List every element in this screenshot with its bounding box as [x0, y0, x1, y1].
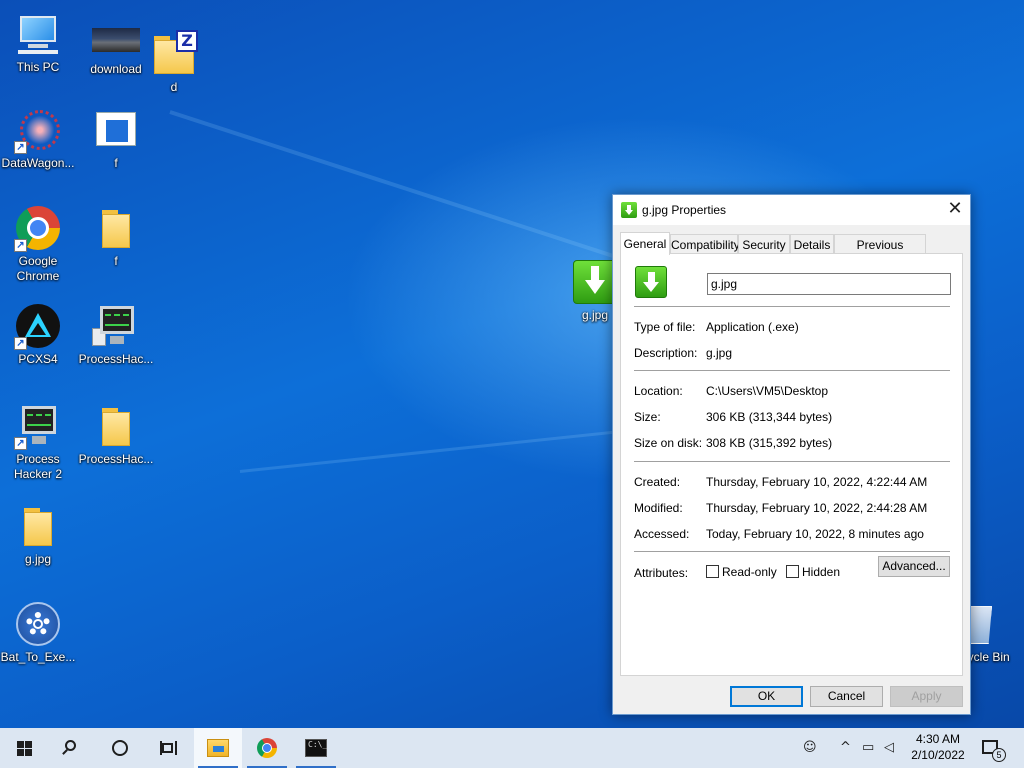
file-name-input[interactable] — [707, 273, 951, 295]
accessed-value: Today, February 10, 2022, 8 minutes ago — [706, 527, 924, 541]
wallpaper-light-beam — [239, 426, 658, 473]
size-value: 306 KB (313,344 bytes) — [706, 410, 833, 424]
description-label: Description: — [634, 346, 698, 360]
read-only-label: Read-only — [722, 565, 777, 579]
tab-compatibility[interactable]: Compatibility — [670, 234, 740, 254]
chrome-icon — [257, 738, 277, 758]
taskbar-clock[interactable]: 4:30 AM 2/10/2022 — [908, 731, 968, 763]
desktop-icon-f-window[interactable]: f — [78, 106, 154, 171]
desktop-icon-this-pc[interactable]: This PC — [0, 10, 76, 75]
taskbar-chrome[interactable] — [243, 728, 291, 768]
separator — [634, 306, 950, 307]
notification-center-icon[interactable]: 5 — [982, 740, 1006, 762]
size-on-disk-value: 308 KB (315,392 bytes) — [706, 436, 833, 450]
tab-details[interactable]: Details — [790, 234, 834, 254]
desktop-icon-processhacker-folder[interactable]: ProcessHac... — [78, 402, 154, 467]
desktop-icon-pcxs4[interactable]: ↗ PCXS4 — [0, 302, 76, 367]
zip-folder-icon: Z — [150, 30, 198, 78]
gear-icon — [14, 600, 62, 648]
tab-security[interactable]: Security — [738, 234, 790, 254]
people-icon[interactable]: ☺ — [803, 740, 817, 756]
task-view-button[interactable] — [144, 728, 192, 768]
description-value: g.jpg — [706, 346, 733, 360]
separator — [634, 370, 950, 371]
attributes-label: Attributes: — [634, 566, 689, 580]
apply-button[interactable]: Apply — [890, 686, 963, 707]
search-button[interactable] — [48, 728, 96, 768]
search-icon — [65, 740, 76, 751]
type-of-file-value: Application (.exe) — [706, 320, 799, 334]
folder-icon — [92, 204, 140, 252]
taskbar: C:\_ ☺ ^ ▭ ◁ 4:30 AM 2/10/2022 5 — [0, 728, 1024, 768]
advanced-button[interactable]: Advanced... — [878, 556, 950, 577]
chrome-icon: ↗ — [14, 204, 62, 252]
modified-label: Modified: — [634, 501, 683, 515]
notification-count-badge: 5 — [992, 748, 1006, 762]
windows-logo-icon — [17, 741, 32, 756]
clock-time: 4:30 AM — [915, 732, 961, 746]
read-only-checkbox[interactable]: Read-only — [706, 565, 777, 579]
location-label: Location: — [634, 384, 683, 398]
process-hacker-icon — [92, 302, 140, 350]
desktop-icon-datawagon[interactable]: ↗ DataWagon... — [0, 106, 76, 171]
network-icon[interactable]: ▭ — [862, 740, 874, 756]
created-value: Thursday, February 10, 2022, 4:22:44 AM — [706, 475, 928, 489]
desktop-icon-g-jpg-folder[interactable]: g.jpg — [0, 502, 76, 567]
size-on-disk-label: Size on disk: — [634, 436, 703, 450]
folder-icon — [92, 402, 140, 450]
properties-dialog: g.jpg Properties ✕ General Compatibility… — [612, 194, 971, 715]
separator — [634, 461, 950, 462]
taskbar-command-prompt[interactable]: C:\_ — [292, 728, 340, 768]
ok-button[interactable]: OK — [730, 686, 803, 707]
window-file-icon — [92, 106, 140, 154]
datawagon-icon: ↗ — [14, 106, 62, 154]
download-arrow-icon — [621, 202, 637, 218]
volume-muted-icon[interactable]: ◁ — [884, 740, 894, 756]
desktop-icon-bat-to-exe[interactable]: Bat_To_Exe... — [0, 600, 76, 665]
tab-previous-versions[interactable]: Previous Versions — [834, 234, 926, 266]
clock-date: 2/10/2022 — [911, 748, 965, 762]
process-hacker-icon: ↗ — [14, 402, 62, 450]
created-label: Created: — [634, 475, 681, 489]
pcxs4-icon: ↗ — [14, 302, 62, 350]
folder-icon — [14, 502, 62, 550]
tab-general[interactable]: General — [620, 232, 670, 255]
task-view-icon — [160, 741, 177, 755]
hidden-label: Hidden — [802, 565, 841, 579]
desktop-icon-process-hacker-2[interactable]: ↗ Process Hacker 2 — [0, 402, 76, 482]
separator — [634, 551, 950, 552]
checkbox-box[interactable] — [786, 565, 799, 578]
chevron-up-icon[interactable]: ^ — [840, 740, 851, 756]
download-arrow-icon — [635, 266, 667, 298]
desktop-icon-d[interactable]: Z d — [136, 30, 212, 95]
start-button[interactable] — [0, 728, 48, 768]
general-panel: Type of file: Application (.exe) Descrip… — [620, 253, 963, 676]
hidden-checkbox[interactable]: Hidden — [786, 565, 840, 579]
dialog-title: g.jpg Properties — [642, 203, 727, 217]
dialog-titlebar[interactable]: g.jpg Properties ✕ — [613, 195, 970, 225]
cancel-button[interactable]: Cancel — [810, 686, 883, 707]
desktop-icon-processhacker-setup[interactable]: ProcessHac... — [78, 302, 154, 367]
computer-icon — [14, 10, 62, 58]
cortana-icon — [112, 740, 128, 756]
checkbox-box[interactable] — [706, 565, 719, 578]
size-label: Size: — [634, 410, 661, 424]
image-thumbnail-icon — [92, 18, 140, 66]
close-icon[interactable]: ✕ — [940, 195, 970, 225]
file-explorer-icon — [207, 739, 229, 757]
desktop-icon-google-chrome[interactable]: ↗ Google Chrome — [0, 204, 76, 284]
cortana-button[interactable] — [96, 728, 144, 768]
command-prompt-icon: C:\_ — [305, 739, 327, 757]
accessed-label: Accessed: — [634, 527, 690, 541]
type-of-file-label: Type of file: — [634, 320, 696, 334]
location-value: C:\Users\VM5\Desktop — [706, 384, 829, 398]
desktop-icon-f-folder[interactable]: f — [78, 204, 154, 269]
taskbar-file-explorer[interactable] — [194, 728, 242, 768]
modified-value: Thursday, February 10, 2022, 2:44:28 AM — [706, 501, 928, 515]
